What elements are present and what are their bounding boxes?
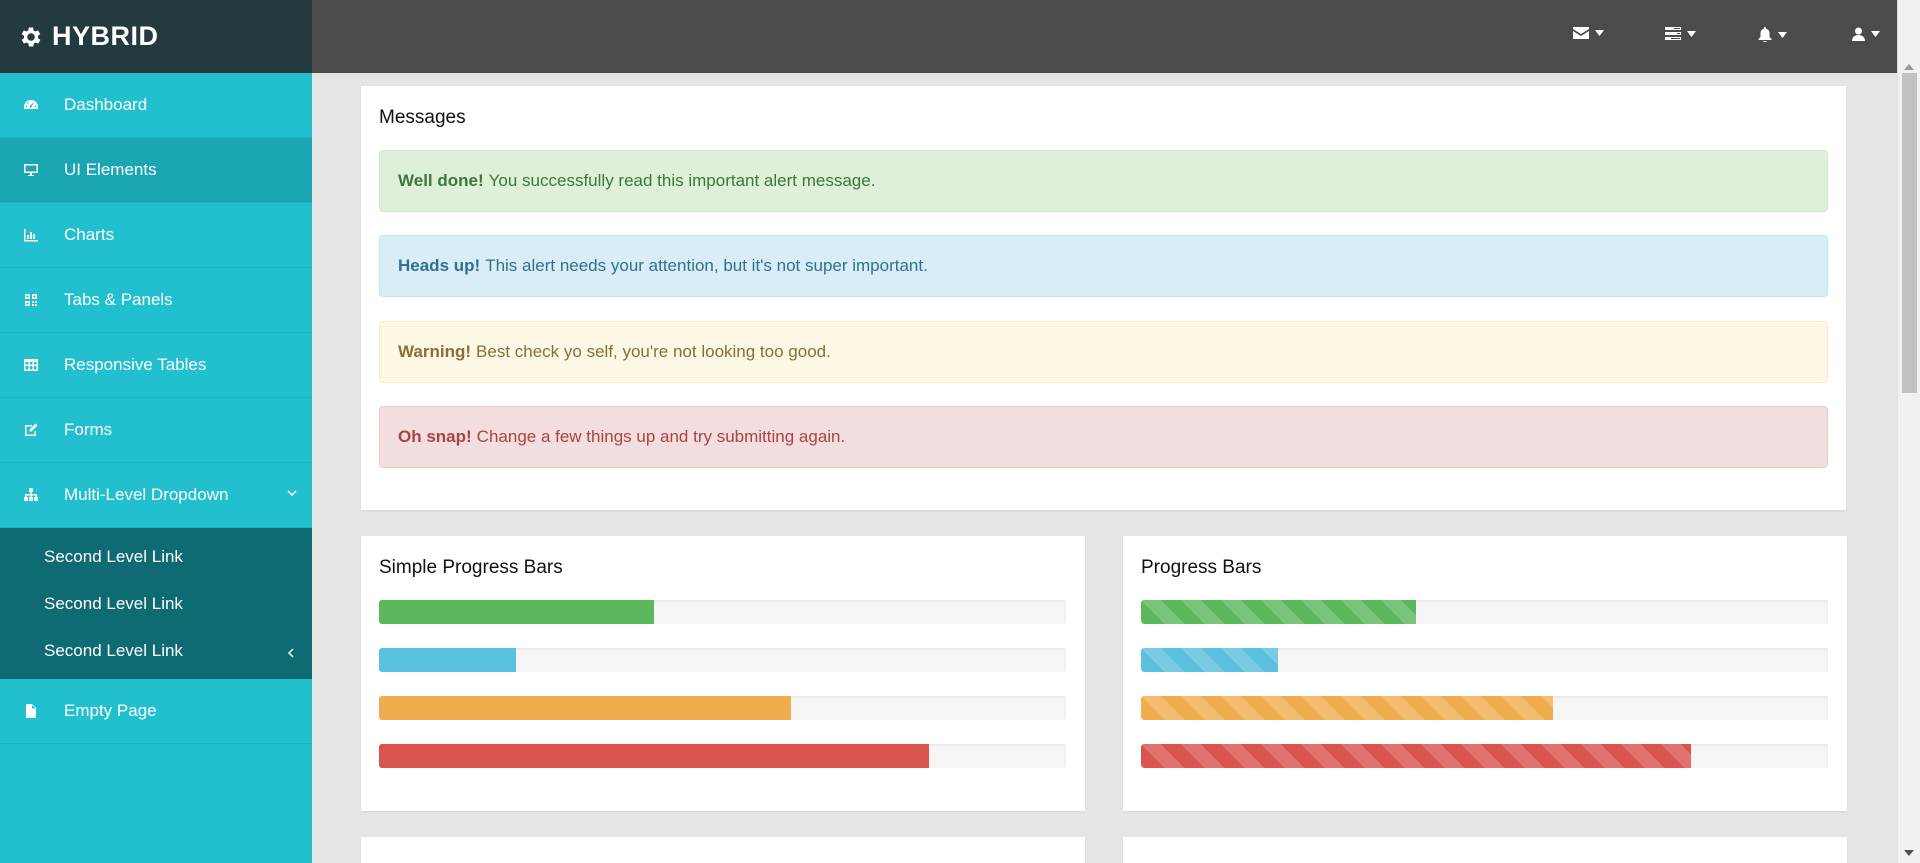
progress-fill [379, 600, 654, 624]
qrcode-icon [21, 292, 41, 308]
sidebar-item-forms[interactable]: Forms [0, 398, 312, 463]
sidebar-item-ui-elements[interactable]: UI Elements [0, 138, 312, 203]
sidebar-item-multi-level-dropdown[interactable]: Multi-Level Dropdown [0, 463, 312, 528]
simple-progress-panel: Simple Progress Bars [361, 536, 1085, 811]
dashboard-icon [21, 97, 41, 113]
progress-fill [379, 744, 929, 768]
progress-fill [1141, 696, 1554, 720]
animated-progress-panel [361, 837, 1085, 863]
progress-fill [1141, 648, 1279, 672]
bar-chart-icon [21, 227, 41, 243]
gear-icon [21, 26, 41, 47]
scroll-thumb[interactable] [1902, 73, 1917, 393]
file-icon [21, 703, 41, 719]
sub-item-label: Second Level Link [44, 640, 183, 660]
messages-panel: Messages Well done! You successfully rea… [361, 86, 1846, 510]
caret-down-icon [1778, 31, 1787, 38]
progress-bar [1141, 600, 1828, 624]
sidebar-item-label: Multi-Level Dropdown [64, 485, 229, 504]
brand[interactable]: HYBRID [0, 0, 312, 73]
panel-title: Simple Progress Bars [379, 557, 563, 578]
sidebar-item-label: Charts [64, 225, 115, 244]
progress-bar [379, 744, 1066, 768]
sidebar-item-label: UI Elements [64, 160, 157, 179]
sidebar-item-responsive-tables[interactable]: Responsive Tables [0, 333, 312, 398]
scrollbar[interactable] [1897, 0, 1920, 863]
scroll-down-arrow[interactable] [1904, 850, 1914, 856]
alert-warning: Warning! Best check yo self, you're not … [379, 321, 1828, 383]
user-icon [1852, 27, 1865, 41]
envelope-icon [1573, 27, 1589, 39]
sub-item-label: Second Level Link [44, 593, 183, 613]
alert-text: You successfully read this important ale… [488, 171, 876, 190]
messages-dropdown[interactable] [1573, 27, 1604, 39]
stacked-progress-panel [1123, 837, 1847, 863]
desktop-icon [21, 162, 41, 178]
alert-strong: Well done! [398, 171, 484, 190]
edit-icon [21, 422, 41, 438]
alert-success: Well done! You successfully read this im… [379, 150, 1828, 212]
progress-bar [1141, 648, 1828, 672]
panel-title: Progress Bars [1141, 557, 1262, 578]
sub-item-second-level-link[interactable]: Second Level Link [0, 627, 312, 674]
sidebar-item-tabs-panels[interactable]: Tabs & Panels [0, 268, 312, 333]
sidebar: HYBRID Dashboard UI Elements Charts Tabs… [0, 0, 312, 863]
striped-progress-panel: Progress Bars [1123, 536, 1847, 811]
sub-item-second-level-link[interactable]: Second Level Link [0, 580, 312, 627]
top-navbar [312, 0, 1897, 73]
bell-icon [1758, 27, 1772, 42]
sidebar-item-label: Dashboard [64, 95, 148, 114]
progress-bar [1141, 744, 1828, 768]
tasks-dropdown[interactable] [1665, 27, 1696, 40]
progress-bar [379, 648, 1066, 672]
alert-danger: Oh snap! Change a few things up and try … [379, 406, 1828, 468]
tasks-icon [1665, 27, 1681, 40]
caret-down-icon [1687, 30, 1696, 37]
panel-title: Messages [379, 107, 466, 128]
alert-text: Best check yo self, you're not looking t… [476, 342, 831, 361]
alerts-dropdown[interactable] [1758, 27, 1787, 42]
caret-down-icon [1595, 30, 1604, 36]
table-icon [21, 357, 41, 373]
chevron-down-icon [287, 490, 297, 497]
progress-bar [1141, 696, 1828, 720]
alert-text: Change a few things up and try submittin… [476, 427, 846, 446]
alert-info: Heads up! This alert needs your attentio… [379, 235, 1828, 297]
sidebar-item-empty-page[interactable]: Empty Page [0, 679, 312, 744]
sitemap-icon [21, 487, 41, 503]
progress-fill [379, 696, 792, 720]
alert-strong: Oh snap! [398, 427, 472, 446]
sidebar-item-label: Empty Page [64, 701, 157, 720]
alert-text: This alert needs your attention, but it'… [485, 256, 928, 275]
chevron-left-icon [287, 648, 294, 658]
progress-bar [379, 696, 1066, 720]
sidebar-item-label: Forms [64, 420, 113, 439]
sidebar-item-dashboard[interactable]: Dashboard [0, 73, 312, 138]
brand-name: HYBRID [52, 21, 159, 51]
sidebar-item-label: Responsive Tables [64, 355, 207, 374]
progress-fill [379, 648, 517, 672]
alert-strong: Heads up! [398, 256, 481, 275]
progress-fill [1141, 744, 1691, 768]
progress-fill [1141, 600, 1416, 624]
sidebar-item-label: Tabs & Panels [64, 290, 173, 309]
caret-down-icon [1871, 31, 1880, 37]
sub-item-second-level-link[interactable]: Second Level Link [0, 533, 312, 580]
sub-item-label: Second Level Link [44, 546, 183, 566]
sidebar-item-charts[interactable]: Charts [0, 203, 312, 268]
progress-bar [379, 600, 1066, 624]
user-dropdown[interactable] [1852, 27, 1880, 41]
sub-menu: Second Level Link Second Level Link Seco… [0, 528, 312, 679]
alert-strong: Warning! [398, 342, 472, 361]
scroll-up-arrow[interactable] [1904, 64, 1914, 70]
